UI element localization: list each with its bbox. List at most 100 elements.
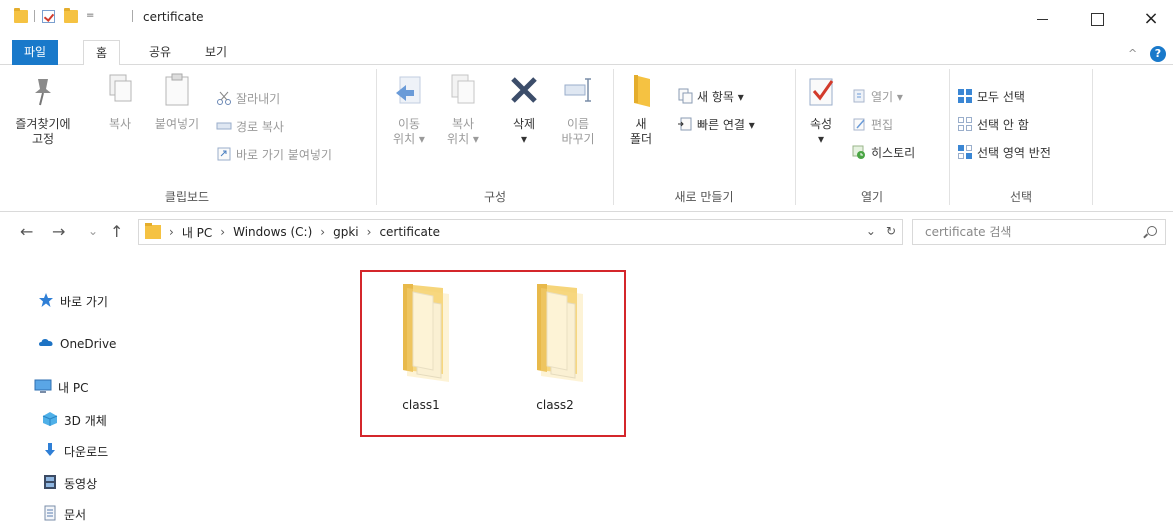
copy-path-icon	[216, 118, 232, 134]
breadcrumb-this-pc[interactable]: 내 PC	[182, 224, 212, 241]
clipboard-group-label: 클립보드	[164, 190, 210, 204]
navigation-bar: ← → ⌄ ↑ › 내 PC › Windows (C:) › gpki › c…	[0, 212, 1173, 252]
copy-button[interactable]: 복사	[100, 71, 140, 132]
breadcrumb-certificate[interactable]: certificate	[379, 225, 440, 239]
new-folder-icon[interactable]	[64, 8, 78, 23]
star-icon	[38, 292, 54, 311]
history-label: 히스토리	[871, 145, 916, 160]
easy-access-icon	[677, 116, 693, 132]
close-button[interactable]: ×	[1131, 4, 1171, 34]
paste-label: 붙여넣기	[154, 117, 200, 131]
help-icon[interactable]: ?	[1150, 46, 1166, 62]
nav-item-label: 동영상	[64, 477, 98, 491]
move-to-button[interactable]: 이동 위치 ▾	[386, 71, 432, 147]
search-input[interactable]: certificate 검색	[912, 219, 1166, 245]
customize-toolbar-button[interactable]: =	[86, 10, 94, 21]
new-folder-button[interactable]: 새 폴더	[621, 71, 661, 147]
new-group-label: 새로 만들기	[674, 190, 734, 204]
nav-item-downloads[interactable]: 다운로드	[42, 442, 108, 461]
paste-shortcut-label: 바로 가기 붙여넣기	[236, 147, 332, 162]
scissors-icon	[216, 90, 232, 106]
select-group: 모두 선택 선택 안 함 선택 영역 반전 선택	[951, 65, 1091, 211]
breadcrumb-windows-c[interactable]: Windows (C:)	[233, 225, 312, 239]
tab-home[interactable]: 홈	[83, 40, 121, 66]
group-separator	[795, 69, 796, 205]
tab-file[interactable]: 파일	[12, 40, 59, 65]
folder-icon	[145, 223, 161, 239]
recent-locations-button[interactable]: ⌄	[88, 224, 98, 238]
breadcrumb-separator[interactable]: ›	[220, 225, 225, 239]
address-dropdown-icon[interactable]: ⌄	[866, 224, 876, 238]
nav-item-videos[interactable]: 동영상	[42, 474, 97, 493]
select-none-label: 선택 안 함	[977, 117, 1029, 132]
nav-item-3d-objects[interactable]: 3D 개체	[42, 411, 107, 430]
back-button[interactable]: ←	[20, 222, 33, 241]
tab-view[interactable]: 보기	[193, 40, 239, 65]
rename-button[interactable]: 이름 바꾸기	[556, 71, 600, 147]
copy-to-button[interactable]: 복사 위치 ▾	[440, 71, 486, 147]
delete-x-icon	[507, 71, 541, 111]
maximize-button[interactable]	[1077, 4, 1117, 34]
properties-check-icon[interactable]	[42, 10, 55, 23]
properties-icon	[804, 71, 838, 111]
select-all-icon	[957, 88, 973, 104]
nav-item-this-pc[interactable]: 내 PC	[34, 378, 88, 397]
new-item-icon	[677, 88, 693, 104]
rename-icon	[561, 71, 595, 111]
title-bar: = certificate ×	[0, 0, 1173, 40]
breadcrumb-gpki[interactable]: gpki	[333, 225, 359, 239]
forward-button[interactable]: →	[52, 222, 65, 241]
pin-quick-access-button[interactable]: 즐겨찾기에 고정	[10, 71, 76, 147]
paste-icon	[160, 71, 194, 111]
new-folder-icon	[624, 71, 658, 111]
organize-group: 이동 위치 ▾ 복사 위치 ▾ 삭제 ▾ 이름 바꾸기 구성	[378, 65, 612, 211]
new-folder-label: 새 폴더	[629, 117, 653, 146]
properties-button[interactable]: 속성 ▾	[801, 71, 841, 147]
new-item-button[interactable]: 새 항목 ▾	[677, 87, 744, 105]
collapse-ribbon-icon[interactable]: ^	[1128, 47, 1137, 60]
select-all-button[interactable]: 모두 선택	[957, 87, 1025, 105]
nav-item-quick-access[interactable]: 바로 가기	[38, 292, 108, 311]
open-group: 속성 ▾ 열기 ▾ 편집 히스토리 열기	[797, 65, 947, 211]
minimize-button[interactable]	[1022, 4, 1062, 34]
paste-button[interactable]: 붙여넣기	[146, 71, 208, 132]
delete-label: 삭제 ▾	[512, 117, 536, 146]
window-title: certificate	[143, 10, 204, 24]
nav-item-documents[interactable]: 문서	[42, 505, 86, 524]
qa-separator	[34, 10, 35, 22]
select-none-button[interactable]: 선택 안 함	[957, 115, 1029, 133]
easy-access-button[interactable]: 빠른 연결 ▾	[677, 115, 755, 133]
copy-to-icon	[446, 71, 480, 111]
cloud-icon	[38, 334, 54, 353]
copy-to-label: 복사 위치 ▾	[447, 117, 479, 146]
edit-button[interactable]: 편집	[851, 115, 893, 133]
history-button[interactable]: 히스토리	[851, 143, 915, 161]
nav-item-onedrive[interactable]: OneDrive	[38, 334, 116, 353]
new-item-label: 새 항목 ▾	[697, 89, 744, 104]
address-bar[interactable]: › 내 PC › Windows (C:) › gpki › certifica…	[138, 219, 903, 245]
clipboard-group: 즐겨찾기에 고정 복사 붙여넣기 잘라내기 경로 복사 바로 가기 붙여넣기 클…	[0, 65, 374, 211]
download-arrow-icon	[42, 442, 58, 461]
breadcrumb-separator[interactable]: ›	[367, 225, 372, 239]
cut-label: 잘라내기	[236, 91, 281, 106]
open-group-label: 열기	[860, 190, 884, 204]
breadcrumb-separator[interactable]: ›	[320, 225, 325, 239]
paste-shortcut-button[interactable]: 바로 가기 붙여넣기	[216, 145, 332, 163]
nav-item-label: 다운로드	[64, 445, 109, 459]
copy-path-button[interactable]: 경로 복사	[216, 117, 284, 135]
nav-item-label: 3D 개체	[64, 414, 107, 428]
group-separator	[949, 69, 950, 205]
search-placeholder: certificate 검색	[925, 225, 1012, 239]
open-label: 열기 ▾	[871, 89, 903, 104]
computer-icon	[34, 378, 52, 397]
up-button[interactable]: ↑	[110, 222, 123, 241]
cut-button[interactable]: 잘라내기	[216, 89, 280, 107]
refresh-icon[interactable]: ↻	[886, 224, 896, 238]
invert-selection-button[interactable]: 선택 영역 반전	[957, 143, 1051, 161]
delete-button[interactable]: 삭제 ▾	[502, 71, 546, 147]
tab-share[interactable]: 공유	[137, 40, 183, 65]
search-icon[interactable]	[1147, 226, 1157, 236]
open-button[interactable]: 열기 ▾	[851, 87, 903, 105]
nav-item-label: 바로 가기	[60, 295, 108, 309]
select-none-icon	[957, 116, 973, 132]
